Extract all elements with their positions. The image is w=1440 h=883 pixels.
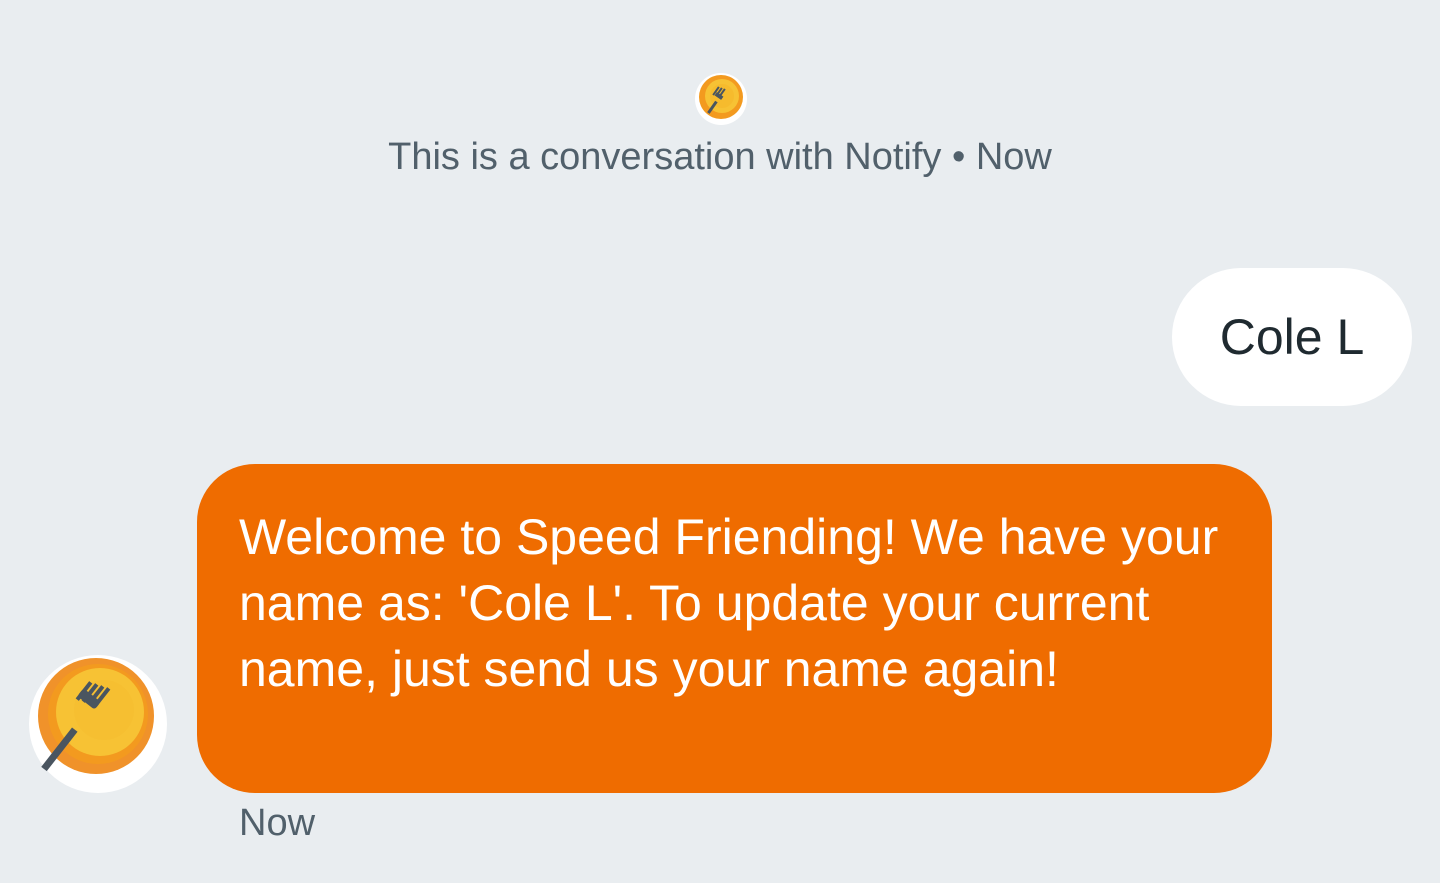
- received-message-text: Welcome to Speed Friending! We have your…: [239, 509, 1219, 697]
- sent-message-bubble[interactable]: Cole L: [1172, 268, 1412, 406]
- bot-avatar-icon[interactable]: [28, 654, 168, 794]
- notify-avatar-icon: [694, 72, 748, 126]
- conversation-screen: This is a conversation with Notify • Now…: [0, 0, 1440, 883]
- received-message-bubble[interactable]: Welcome to Speed Friending! We have your…: [197, 464, 1272, 793]
- message-timestamp: Now: [239, 802, 316, 844]
- conversation-info-text: This is a conversation with Notify • Now: [388, 136, 1052, 178]
- sent-message-text: Cole L: [1219, 309, 1365, 365]
